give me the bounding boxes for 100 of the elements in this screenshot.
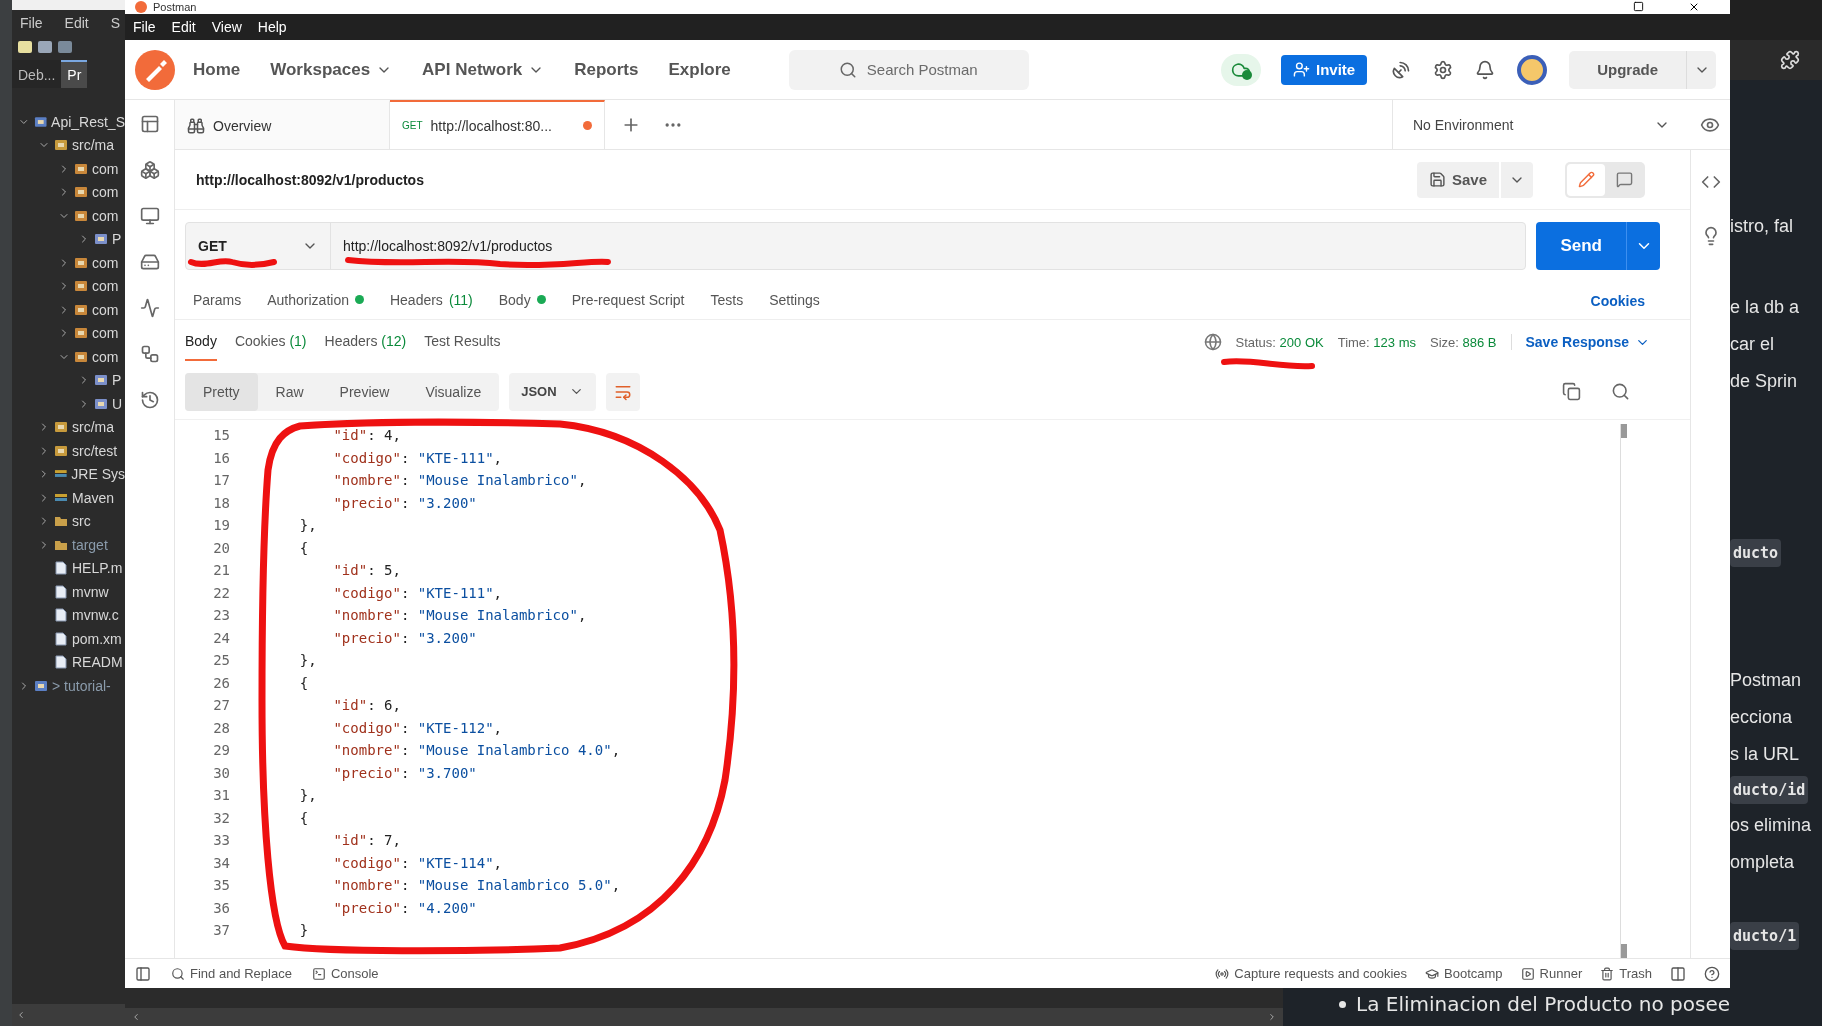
layout-icon[interactable] bbox=[1670, 965, 1686, 982]
save-all-icon[interactable] bbox=[58, 41, 72, 53]
apis-icon[interactable] bbox=[139, 160, 160, 180]
environments-icon[interactable] bbox=[139, 206, 160, 226]
scrollbar[interactable] bbox=[12, 1004, 125, 1026]
tree-item[interactable]: com bbox=[92, 301, 119, 318]
response-tab[interactable]: Headers (12) bbox=[324, 323, 407, 361]
app-logo-icon[interactable] bbox=[135, 49, 175, 90]
nav-link[interactable]: Workspaces bbox=[270, 59, 393, 80]
response-tab[interactable]: Test Results bbox=[424, 323, 501, 361]
view-tab[interactable]: Pr bbox=[61, 60, 88, 88]
collections-icon[interactable] bbox=[139, 114, 160, 134]
tree-item[interactable]: P bbox=[112, 231, 122, 248]
save-response-button[interactable]: Save Response bbox=[1510, 334, 1650, 350]
request-section-tab[interactable]: Settings bbox=[769, 282, 820, 319]
menu-item[interactable]: File bbox=[20, 15, 43, 31]
tree-item[interactable]: com bbox=[92, 160, 119, 177]
sync-status-icon[interactable] bbox=[1220, 53, 1261, 86]
monitor-icon[interactable] bbox=[139, 298, 160, 318]
tree-item[interactable]: READM bbox=[72, 654, 123, 671]
menu-item[interactable]: Edit bbox=[64, 15, 89, 31]
nav-link[interactable]: API Network bbox=[422, 59, 545, 80]
view-tab[interactable]: Deb... bbox=[12, 60, 62, 88]
footer-item[interactable]: Trash bbox=[1600, 966, 1652, 981]
bell-icon[interactable] bbox=[1475, 59, 1496, 80]
tree-item[interactable]: Maven bbox=[72, 489, 115, 506]
view-mode-button[interactable]: Pretty bbox=[185, 372, 258, 411]
tree-item[interactable]: com bbox=[92, 278, 119, 295]
new-icon[interactable] bbox=[18, 41, 32, 53]
history-icon[interactable] bbox=[139, 390, 160, 410]
search-icon[interactable] bbox=[1611, 382, 1630, 401]
format-select[interactable]: JSON bbox=[509, 372, 596, 411]
environment-select[interactable]: No Environment bbox=[1392, 100, 1690, 149]
settings-icon[interactable] bbox=[1433, 59, 1454, 80]
tree-item[interactable]: U bbox=[112, 395, 123, 412]
view-mode-button[interactable]: Preview bbox=[321, 372, 408, 411]
menu-item[interactable]: S bbox=[110, 15, 121, 31]
tree-item[interactable]: src/test bbox=[72, 442, 118, 459]
request-tab[interactable]: GET http://localhost:80... bbox=[390, 100, 605, 149]
scrollbar[interactable] bbox=[125, 1008, 1283, 1026]
view-mode-button[interactable]: Raw bbox=[257, 372, 322, 411]
cookies-link[interactable]: Cookies bbox=[1590, 292, 1645, 309]
request-section-tab[interactable]: Pre-request Script bbox=[571, 282, 685, 319]
tree-item[interactable]: mvnw.c bbox=[72, 607, 119, 624]
tree-item[interactable]: > tutorial- bbox=[52, 677, 111, 694]
tree-item[interactable]: src/ma bbox=[72, 419, 114, 436]
tree-item[interactable]: P bbox=[112, 372, 122, 389]
request-section-tab[interactable]: Params bbox=[193, 282, 242, 319]
invite-button[interactable]: Invite bbox=[1280, 54, 1368, 85]
menu-item[interactable]: View bbox=[211, 19, 242, 35]
request-section-tab[interactable]: Tests bbox=[710, 282, 744, 319]
tree-item[interactable]: com bbox=[92, 254, 119, 271]
help-icon[interactable] bbox=[1704, 965, 1720, 982]
edit-button[interactable] bbox=[1567, 163, 1605, 196]
scroll-left-icon[interactable] bbox=[16, 1010, 26, 1020]
tree-item[interactable]: mvnw bbox=[72, 583, 109, 600]
nav-link[interactable]: Explore bbox=[668, 59, 731, 80]
save-menu-button[interactable] bbox=[1501, 161, 1533, 198]
search-field[interactable]: Search Postman bbox=[788, 49, 1029, 90]
view-mode-button[interactable]: Visualize bbox=[407, 372, 500, 411]
menu-item[interactable]: Edit bbox=[171, 19, 196, 35]
menu-item[interactable]: File bbox=[133, 19, 156, 35]
footer-item[interactable]: Runner bbox=[1520, 966, 1583, 981]
request-tab[interactable]: Overview bbox=[175, 100, 390, 149]
save-button[interactable]: Save bbox=[1416, 161, 1499, 198]
avatar[interactable] bbox=[1517, 54, 1548, 85]
request-section-tab[interactable]: Body bbox=[498, 282, 546, 319]
footer-item[interactable]: Console bbox=[311, 966, 379, 981]
scroll-right-icon[interactable] bbox=[1267, 1012, 1277, 1022]
sidebar-toggle-icon[interactable] bbox=[135, 965, 151, 982]
extensions-icon[interactable] bbox=[1780, 50, 1800, 70]
footer-item[interactable]: Bootcamp bbox=[1425, 966, 1503, 981]
footer-item[interactable]: Capture requests and cookies bbox=[1215, 966, 1408, 981]
request-section-tab[interactable]: Headers (11) bbox=[389, 282, 473, 319]
satellite-dish-icon[interactable] bbox=[1391, 59, 1412, 80]
globe-icon[interactable] bbox=[1203, 333, 1222, 351]
tree-item[interactable]: src bbox=[72, 513, 91, 530]
flows-icon[interactable] bbox=[139, 344, 160, 364]
tree-item[interactable]: JRE Sys bbox=[71, 466, 125, 483]
tree-item[interactable]: com bbox=[92, 325, 119, 342]
response-tab[interactable]: Cookies (1) bbox=[234, 323, 307, 361]
maximize-icon[interactable] bbox=[1633, 1, 1644, 12]
menu-item[interactable]: Help bbox=[257, 19, 287, 35]
copy-icon[interactable] bbox=[1562, 382, 1581, 401]
footer-item[interactable]: Find and Replace bbox=[171, 966, 292, 981]
tree-item[interactable]: com bbox=[92, 184, 119, 201]
scrollbar[interactable] bbox=[1620, 424, 1626, 958]
tree-item[interactable]: com bbox=[92, 348, 119, 365]
tree-item[interactable]: pom.xm bbox=[72, 630, 122, 647]
save-icon[interactable] bbox=[38, 41, 52, 53]
close-icon[interactable] bbox=[1688, 1, 1700, 13]
wrap-lines-button[interactable] bbox=[605, 372, 640, 411]
nav-link[interactable]: Home bbox=[193, 59, 241, 80]
request-section-tab[interactable]: Authorization bbox=[267, 282, 364, 319]
tree-item[interactable]: Api_Rest_S bbox=[51, 113, 125, 130]
tree-item[interactable]: HELP.m bbox=[72, 560, 123, 577]
response-tab[interactable]: Body bbox=[185, 323, 217, 361]
tree-item[interactable]: com bbox=[92, 207, 119, 224]
nav-link[interactable]: Reports bbox=[574, 59, 639, 80]
scroll-left-icon[interactable] bbox=[131, 1012, 141, 1022]
